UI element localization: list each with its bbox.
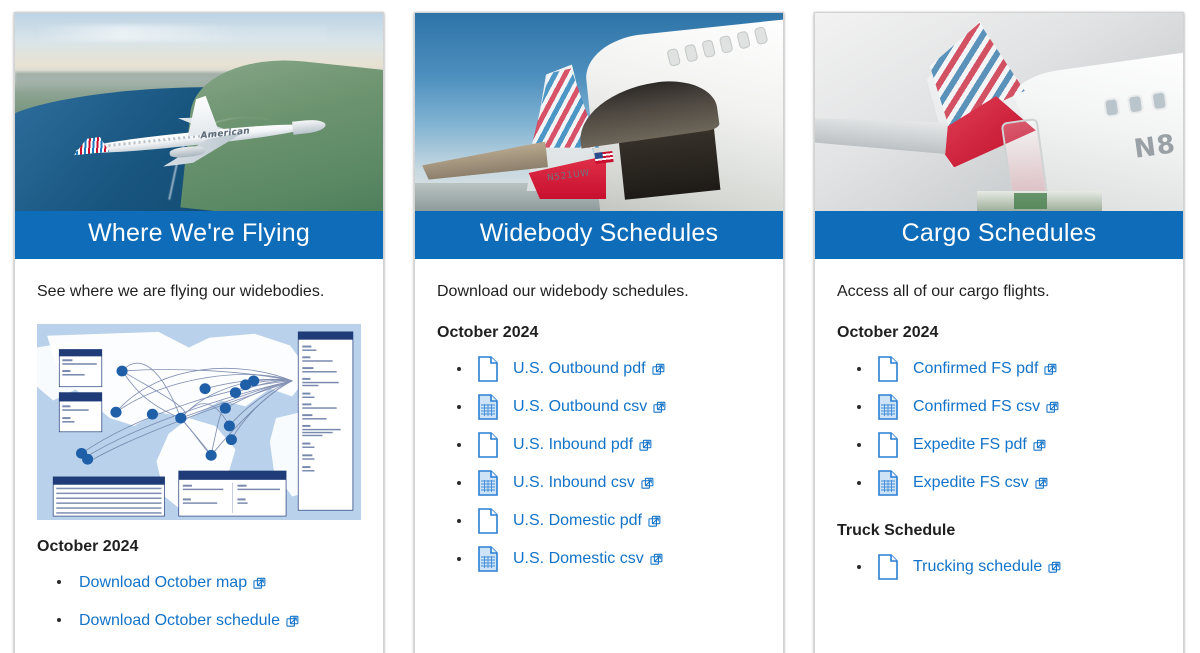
section-label-october-2024: October 2024 [837,324,939,342]
list-item[interactable]: Download October map [57,570,361,596]
card-body-cargo-schedules: Access all of our cargo flights. October… [815,259,1183,653]
card-where-were-flying: American Where We're Flying See where we… [14,12,384,653]
pdf-file-icon [477,508,499,535]
link-us-domestic-csv[interactable]: U.S. Domestic csv [513,550,644,568]
external-link-icon [653,401,666,414]
external-link-icon [253,577,266,590]
card-title-cargo-schedules: Cargo Schedules [815,210,1183,259]
route-map-graphic [37,324,361,521]
external-link-icon [1035,477,1048,490]
external-link-icon [650,553,663,566]
map-legend-europe [297,331,354,511]
map-legend-middle-east [58,392,103,433]
card-photo-cargo-tail: N8 [815,13,1183,211]
link-list-widebody-schedules: U.S. Outbound pdf U.S. Outbound csv U.S.… [437,356,761,573]
link-us-inbound-csv[interactable]: U.S. Inbound csv [513,474,635,492]
section-label-october-2024: October 2024 [37,538,139,556]
list-item[interactable]: Download October schedule [57,608,361,634]
card-intro-text: See where we are flying our widebodies. [37,282,325,300]
link-list-truck-schedule: Trucking schedule [837,554,1161,581]
list-item[interactable]: U.S. Domestic csv [457,546,761,573]
link-trucking-schedule[interactable]: Trucking schedule [913,558,1042,576]
link-confirmed-fs-csv[interactable]: Confirmed FS csv [913,398,1040,416]
external-link-icon [651,363,665,376]
list-item[interactable]: U.S. Outbound csv [457,394,761,421]
card-intro-text: Download our widebody schedules. [437,282,689,300]
card-intro-text: Access all of our cargo flights. [837,282,1050,300]
external-link-icon [286,615,299,628]
list-item[interactable]: U.S. Inbound csv [457,470,761,497]
card-widebody-schedules: N521UW Widebody Schedules Download our w… [414,12,784,653]
card-body-widebody-schedules: Download our widebody schedules. October… [415,259,783,653]
link-expedite-fs-pdf[interactable]: Expedite FS pdf [913,436,1027,454]
map-legend-latin-america [178,471,287,517]
route-map-thumbnail[interactable] [37,324,361,521]
external-link-icon [648,515,661,528]
link-download-october-schedule[interactable]: Download October schedule [79,612,280,630]
list-item[interactable]: Confirmed FS csv [857,394,1161,421]
external-link-icon [1046,401,1059,414]
list-item[interactable]: Confirmed FS pdf [857,356,1161,383]
list-item[interactable]: U.S. Outbound pdf [457,356,761,383]
external-link-icon [1048,561,1061,574]
card-body-where-were-flying: See where we are flying our widebodies. [15,259,383,653]
section-label-october-2024: October 2024 [437,324,539,342]
csv-file-icon [477,470,499,497]
link-download-october-map[interactable]: Download October map [79,574,247,592]
nose [292,118,327,136]
card-title-widebody-schedules: Widebody Schedules [415,210,783,259]
pdf-file-icon [877,432,899,459]
list-item[interactable]: U.S. Domestic pdf [457,508,761,535]
csv-file-icon [477,546,499,573]
pdf-file-icon [477,356,499,383]
card-title-where-were-flying: Where We're Flying [15,210,383,259]
section-label-truck-schedule: Truck Schedule [837,522,956,540]
card-photo-coastline: American [15,13,383,211]
card-grid: American Where We're Flying See where we… [0,0,1200,653]
pdf-file-icon [477,432,499,459]
link-us-outbound-csv[interactable]: U.S. Outbound csv [513,398,647,416]
cloud-band [33,24,328,41]
external-link-icon [1044,363,1057,376]
external-link-icon [641,477,654,490]
horizontal-stabilizer [815,110,949,154]
list-item[interactable]: Expedite FS pdf [857,432,1161,459]
link-confirmed-fs-pdf[interactable]: Confirmed FS pdf [913,360,1038,378]
pdf-file-icon [877,356,899,383]
link-list-where-were-flying: Download October map Download October sc… [37,570,361,634]
list-item[interactable]: Trucking schedule [857,554,1161,581]
csv-file-icon [477,394,499,421]
link-us-outbound-pdf[interactable]: U.S. Outbound pdf [513,360,646,378]
link-expedite-fs-csv[interactable]: Expedite FS csv [913,474,1029,492]
page-root: American Where We're Flying See where we… [0,0,1200,653]
map-legend-asia-pacific [58,349,103,388]
link-us-domestic-pdf[interactable]: U.S. Domestic pdf [513,512,642,530]
card-cargo-schedules: N8 Cargo Schedules Access all of our car… [814,12,1184,653]
aircraft-registration: N8 [1131,129,1178,165]
link-us-inbound-pdf[interactable]: U.S. Inbound pdf [513,436,633,454]
link-list-cargo-october: Confirmed FS pdf Confirmed FS csv Expedi… [837,356,1161,497]
list-item[interactable]: U.S. Inbound pdf [457,432,761,459]
external-link-icon [1033,439,1046,452]
map-legend-domestic-trucking [52,476,165,517]
pdf-file-icon [877,554,899,581]
external-link-icon [639,439,652,452]
us-flag-decal [594,150,614,164]
card-photo-cargo-door: N521UW [415,13,783,211]
cargo-loader [976,191,1103,211]
csv-file-icon [877,394,899,421]
csv-file-icon [877,470,899,497]
list-item[interactable]: Expedite FS csv [857,470,1161,497]
